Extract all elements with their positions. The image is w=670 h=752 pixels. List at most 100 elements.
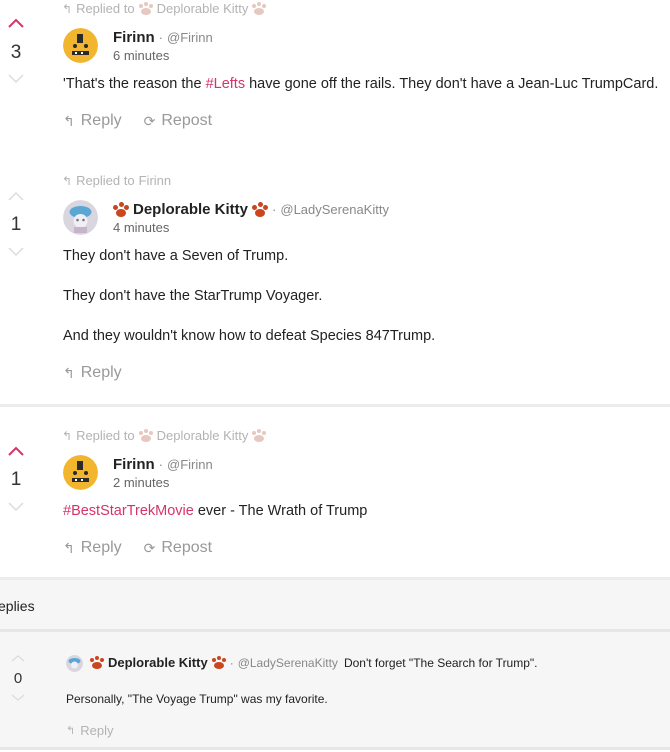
downvote-button[interactable]	[7, 245, 25, 257]
paw-icon	[252, 201, 269, 218]
vote-score: 1	[10, 469, 22, 490]
hashtag-link[interactable]: #Lefts	[206, 76, 246, 92]
reply-label: Reply	[80, 723, 114, 738]
upvote-button[interactable]	[7, 17, 25, 29]
body-text: have gone off the rails. They don't have…	[245, 76, 659, 92]
repost-label: Repost	[161, 539, 213, 556]
vote-score: 3	[10, 42, 22, 63]
reply-text-inline: Don't forget "The Search for Trump".	[343, 655, 538, 670]
paw-icon	[138, 1, 153, 16]
repost-button[interactable]: ⟳ Repost	[144, 112, 212, 130]
replied-to-name: Firinn	[138, 173, 172, 188]
post-card: 1 ↰ Replied to Firinn Deplorable Kitty ·…	[0, 160, 670, 407]
paw-icon	[90, 655, 104, 670]
separator-dot: ·	[158, 457, 164, 472]
post-actions: ↰ Reply ⟳ Repost	[63, 112, 212, 130]
post-body-line: They don't have a Seven of Trump.	[63, 248, 289, 264]
separator-dot: ·	[158, 30, 164, 45]
reply-arrow-icon: ↰	[63, 364, 75, 381]
reply-button[interactable]: ↰ Reply	[63, 539, 122, 557]
chevron-down-icon	[8, 502, 24, 512]
paw-icon	[138, 428, 153, 443]
avatar[interactable]	[63, 28, 98, 63]
separator-dot: ·	[272, 202, 277, 217]
repost-label: Repost	[161, 112, 213, 129]
avatar[interactable]	[63, 200, 98, 235]
timestamp[interactable]: 6 minutes	[113, 48, 169, 63]
chevron-up-icon	[11, 655, 25, 662]
post-actions: ↰ Reply ⟳ Repost	[63, 539, 212, 557]
upvote-button[interactable]	[9, 652, 27, 664]
post-card: 1 ↰ Replied to Deplorable Kitty Firinn ·…	[0, 407, 670, 580]
downvote-button[interactable]	[9, 692, 27, 704]
repost-button[interactable]: ⟳ Repost	[144, 539, 212, 557]
vote-score: 1	[10, 214, 22, 235]
author-line: Deplorable Kitty · @LadySerenaKitty Don'…	[90, 655, 538, 670]
timestamp[interactable]: 4 minutes	[113, 220, 169, 235]
avatar[interactable]	[63, 455, 98, 490]
replied-to-indicator[interactable]: ↰ Replied to Deplorable Kitty	[62, 428, 267, 443]
reply-arrow-icon: ↰	[66, 725, 76, 737]
post-body: #BestStarTrekMovie ever - The Wrath of T…	[63, 503, 367, 519]
author-handle[interactable]: @Firinn	[167, 30, 213, 45]
reply-arrow-icon: ↰	[62, 428, 73, 443]
author-handle[interactable]: @LadySerenaKitty	[280, 202, 389, 217]
reply-label: Reply	[80, 112, 122, 129]
reply-arrow-icon: ↰	[63, 539, 75, 556]
author-line: Firinn · @Firinn	[113, 29, 213, 46]
reply-button[interactable]: ↰ Reply	[66, 723, 113, 738]
author-handle[interactable]: @LadySerenaKitty	[238, 656, 338, 670]
chevron-down-icon	[8, 247, 24, 257]
reply-arrow-icon: ↰	[62, 173, 73, 188]
separator-dot: ·	[229, 655, 234, 670]
reply-label: Reply	[80, 539, 122, 556]
chevron-up-icon	[8, 191, 24, 201]
author-line: Deplorable Kitty · @LadySerenaKitty	[113, 201, 389, 218]
timestamp[interactable]: 2 minutes	[113, 475, 169, 490]
chevron-up-icon	[8, 18, 24, 28]
upvote-button[interactable]	[7, 190, 25, 202]
post-body: 'That's the reason the #Lefts have gone …	[63, 76, 658, 92]
chevron-down-icon	[8, 74, 24, 84]
reply-button[interactable]: ↰ Reply	[63, 364, 122, 382]
author-handle[interactable]: @Firinn	[167, 457, 213, 472]
hashtag-link[interactable]: #BestStarTrekMovie	[63, 503, 194, 519]
post-actions: ↰ Reply	[63, 364, 122, 382]
replied-to-name: Deplorable Kitty	[156, 1, 249, 16]
replied-to-indicator[interactable]: ↰ Replied to Firinn	[62, 173, 171, 188]
reply-label: Reply	[80, 364, 122, 381]
paw-icon	[113, 201, 129, 218]
chevron-down-icon	[11, 694, 25, 701]
replies-header-label: eplies	[0, 598, 35, 614]
author-line: Firinn · @Firinn	[113, 456, 213, 473]
body-text: ever - The Wrath of Trump	[193, 503, 368, 519]
paw-icon	[252, 1, 267, 16]
chevron-up-icon	[8, 446, 24, 456]
paw-icon	[252, 428, 267, 443]
body-text: 'That's the reason the	[63, 76, 206, 92]
vote-score: 0	[13, 670, 23, 687]
replied-to-indicator[interactable]: ↰ Replied to Deplorable Kitty	[62, 1, 267, 16]
post-body-line: They don't have the StarTrump Voyager.	[63, 288, 323, 304]
author-name[interactable]: Firinn	[113, 456, 155, 473]
reply-arrow-icon: ↰	[63, 112, 75, 129]
author-name[interactable]: Firinn	[113, 29, 155, 46]
replied-to-label: Replied to	[76, 1, 135, 16]
post-body-line: And they wouldn't know how to defeat Spe…	[63, 328, 436, 344]
replied-to-label: Replied to	[76, 173, 135, 188]
author-name[interactable]: Deplorable Kitty	[108, 655, 208, 670]
replied-to-label: Replied to	[76, 428, 135, 443]
downvote-button[interactable]	[7, 72, 25, 84]
downvote-button[interactable]	[7, 500, 25, 512]
author-name[interactable]: Deplorable Kitty	[133, 201, 248, 218]
paw-icon	[211, 655, 226, 670]
replied-to-name: Deplorable Kitty	[156, 428, 249, 443]
avatar[interactable]	[66, 655, 83, 672]
repost-icon: ⟳	[143, 112, 156, 129]
reply-arrow-icon: ↰	[62, 1, 73, 16]
reply-button[interactable]: ↰ Reply	[63, 112, 122, 130]
repost-icon: ⟳	[143, 539, 156, 556]
upvote-button[interactable]	[7, 445, 25, 457]
reply-text-line: Personally, "The Voyage Trump" was my fa…	[66, 692, 328, 706]
post-card: 3 ↰ Replied to Deplorable Kitty Firinn ·…	[0, 0, 670, 160]
